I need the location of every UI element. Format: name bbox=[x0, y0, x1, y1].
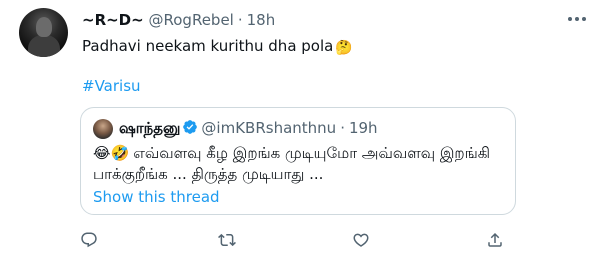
quoted-handle: @imKBRshanthnu bbox=[201, 119, 337, 137]
tweet-text: Padhavi neekam kurithu dha pola 🤔 bbox=[82, 37, 353, 56]
share-icon[interactable] bbox=[486, 231, 504, 249]
more-icon[interactable] bbox=[566, 9, 588, 29]
thinking-emoji: 🤔 bbox=[335, 40, 353, 56]
quoted-tweet[interactable]: ஷாந்தனு @imKBRshanthnu · 19h 😂🤣 எவ்வளவு கீழ … bbox=[80, 107, 516, 215]
tweet-header: ~R~D~ @RogRebel · 18h bbox=[82, 11, 275, 29]
user-handle[interactable]: @RogRebel bbox=[149, 11, 234, 29]
tweet-text-content: Padhavi neekam kurithu dha pola bbox=[82, 37, 334, 55]
quoted-timestamp: 19h bbox=[348, 119, 378, 137]
tweet[interactable]: ~R~D~ @RogRebel · 18h Padhavi neekam kurit… bbox=[0, 0, 599, 264]
separator-dot: · bbox=[237, 11, 243, 29]
quoted-text-line-2: பாக்குறீங்க ... திருத்த முடியாது ... bbox=[93, 165, 324, 183]
quoted-text: 😂🤣 எவ்வளவு கீழ இறங்க முடியுமோ அவ்வளவு இறங… bbox=[93, 143, 503, 185]
action-bar bbox=[0, 228, 599, 254]
timestamp[interactable]: 18h bbox=[247, 11, 276, 29]
quoted-avatar bbox=[93, 119, 113, 139]
verified-badge-icon bbox=[182, 119, 198, 135]
show-thread-link[interactable]: Show this thread bbox=[93, 188, 220, 206]
hashtag-link[interactable]: #Varisu bbox=[82, 77, 141, 95]
retweet-icon[interactable] bbox=[218, 231, 236, 249]
laughing-emojis: 😂🤣 bbox=[93, 144, 130, 162]
quoted-header: ஷாந்தனு @imKBRshanthnu · 19h bbox=[119, 119, 378, 139]
quoted-separator: · bbox=[340, 119, 345, 137]
quoted-display-name: ஷாந்தனு bbox=[119, 119, 181, 137]
quoted-text-line-1: எவ்வளவு கீழ இறங்க முடியுமோ அவ்வளவு இறங்க… bbox=[133, 144, 491, 162]
like-icon[interactable] bbox=[352, 231, 370, 249]
reply-icon[interactable] bbox=[80, 231, 98, 249]
display-name[interactable]: ~R~D~ bbox=[82, 11, 144, 29]
avatar[interactable] bbox=[19, 8, 68, 57]
